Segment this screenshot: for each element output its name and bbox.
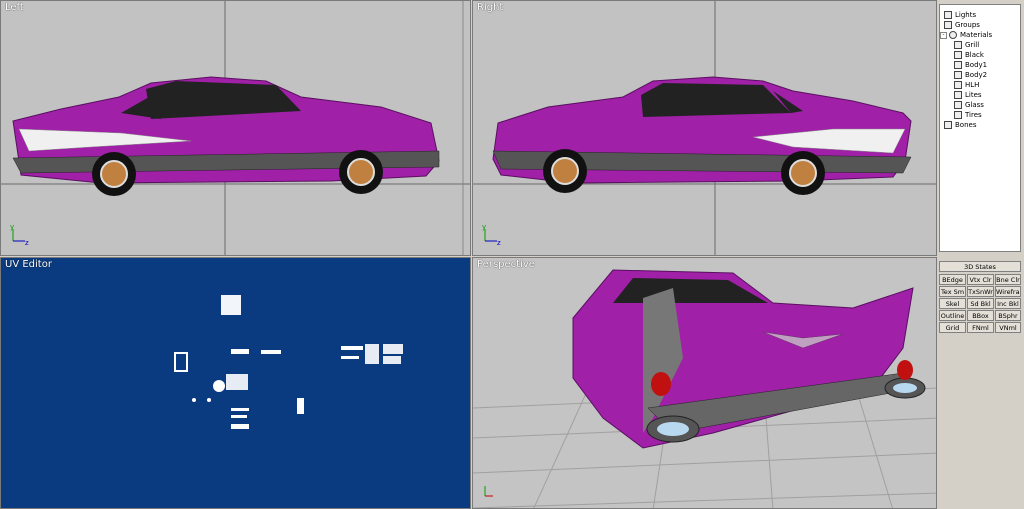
tree-item-label: Black [965,51,984,59]
collapse-icon[interactable]: - [940,31,947,39]
3d-states-panel: 3D States BEdge Vtx Clr Bne Clr Tex Sm T… [939,261,1021,361]
axis-z-label-right: z [497,239,501,247]
tree-item-label: Body2 [965,71,988,79]
viewport-uv-editor[interactable]: UV Editor [0,257,471,509]
state-button-fnml[interactable]: FNml [967,322,994,333]
state-button-grid[interactable]: Grid [939,322,966,333]
material-icon [954,51,962,59]
material-icon [954,101,962,109]
axis-y-label-left: y [10,223,14,231]
tree-item-label: Materials [960,31,993,39]
tree-item-label: Groups [955,21,980,29]
tree-item-hlh[interactable]: HLH [954,80,979,90]
state-button-bbox[interactable]: BBox [967,310,994,321]
viewport-perspective[interactable]: Perspective [472,257,937,509]
material-icon [954,71,962,79]
state-button-inc-bkl[interactable]: Inc Bkl [995,298,1021,309]
viewport-label-uv: UV Editor [5,259,52,270]
viewport-left[interactable]: Left y z [0,0,471,256]
bones-icon [944,121,952,129]
left-view-canvas: y z [1,1,470,255]
3d-states-title: 3D States [939,261,1021,272]
tree-item-label: Tires [965,111,982,119]
scene-tree-panel[interactable]: Lights Groups - Materials Grill Black Bod… [939,4,1021,252]
tree-item-groups[interactable]: Groups [944,20,980,30]
tree-item-body1[interactable]: Body1 [954,60,987,70]
materials-icon [949,31,957,39]
perspective-canvas [473,269,936,508]
light-icon [944,11,952,19]
tree-item-label: Grill [965,41,980,49]
state-button-vtx-clr[interactable]: Vtx Clr [967,274,994,285]
axis-y-label-right: y [482,223,486,231]
tree-item-label: Glass [965,101,984,109]
material-icon [954,91,962,99]
material-icon [954,41,962,49]
tree-item-glass[interactable]: Glass [954,100,984,110]
axis-z-label-left: z [25,239,29,247]
tree-item-lites[interactable]: Lites [954,90,982,100]
groups-icon [944,21,952,29]
tree-item-label: HLH [965,81,980,89]
state-button-bne-clr[interactable]: Bne Clr [995,274,1021,285]
tree-item-grill[interactable]: Grill [954,40,979,50]
uv-canvas [174,295,403,429]
tree-item-label: Lights [955,11,977,19]
tree-item-lights[interactable]: Lights [944,10,976,20]
tree-item-label: Lites [965,91,982,99]
tree-item-label: Bones [955,121,977,129]
state-button-bedge[interactable]: BEdge [939,274,966,285]
state-button-wireframe[interactable]: Wireframe [995,286,1021,297]
tree-item-materials[interactable]: - Materials [940,30,992,40]
viewport-label-perspective: Perspective [477,259,535,270]
state-button-txsnwr[interactable]: TxSnWr [967,286,994,297]
state-button-skel[interactable]: Skel [939,298,966,309]
state-button-tex-sm[interactable]: Tex Sm [939,286,966,297]
tree-item-black[interactable]: Black [954,50,984,60]
right-view-canvas: y z [473,1,936,255]
viewport-label-right: Right [477,2,504,13]
tree-item-label: Body1 [965,61,988,69]
tree-item-bones[interactable]: Bones [944,120,976,130]
state-button-bsphr[interactable]: BSphr [995,310,1021,321]
viewport-right[interactable]: Right y z [472,0,937,256]
material-icon [954,61,962,69]
material-icon [954,81,962,89]
viewport-label-left: Left [5,2,24,13]
tree-item-tires[interactable]: Tires [954,110,982,120]
state-button-sd-bkl[interactable]: Sd Bkl [967,298,994,309]
tree-item-body2[interactable]: Body2 [954,70,987,80]
material-icon [954,111,962,119]
state-button-vnml[interactable]: VNml [995,322,1021,333]
state-button-outline[interactable]: Outline [939,310,966,321]
